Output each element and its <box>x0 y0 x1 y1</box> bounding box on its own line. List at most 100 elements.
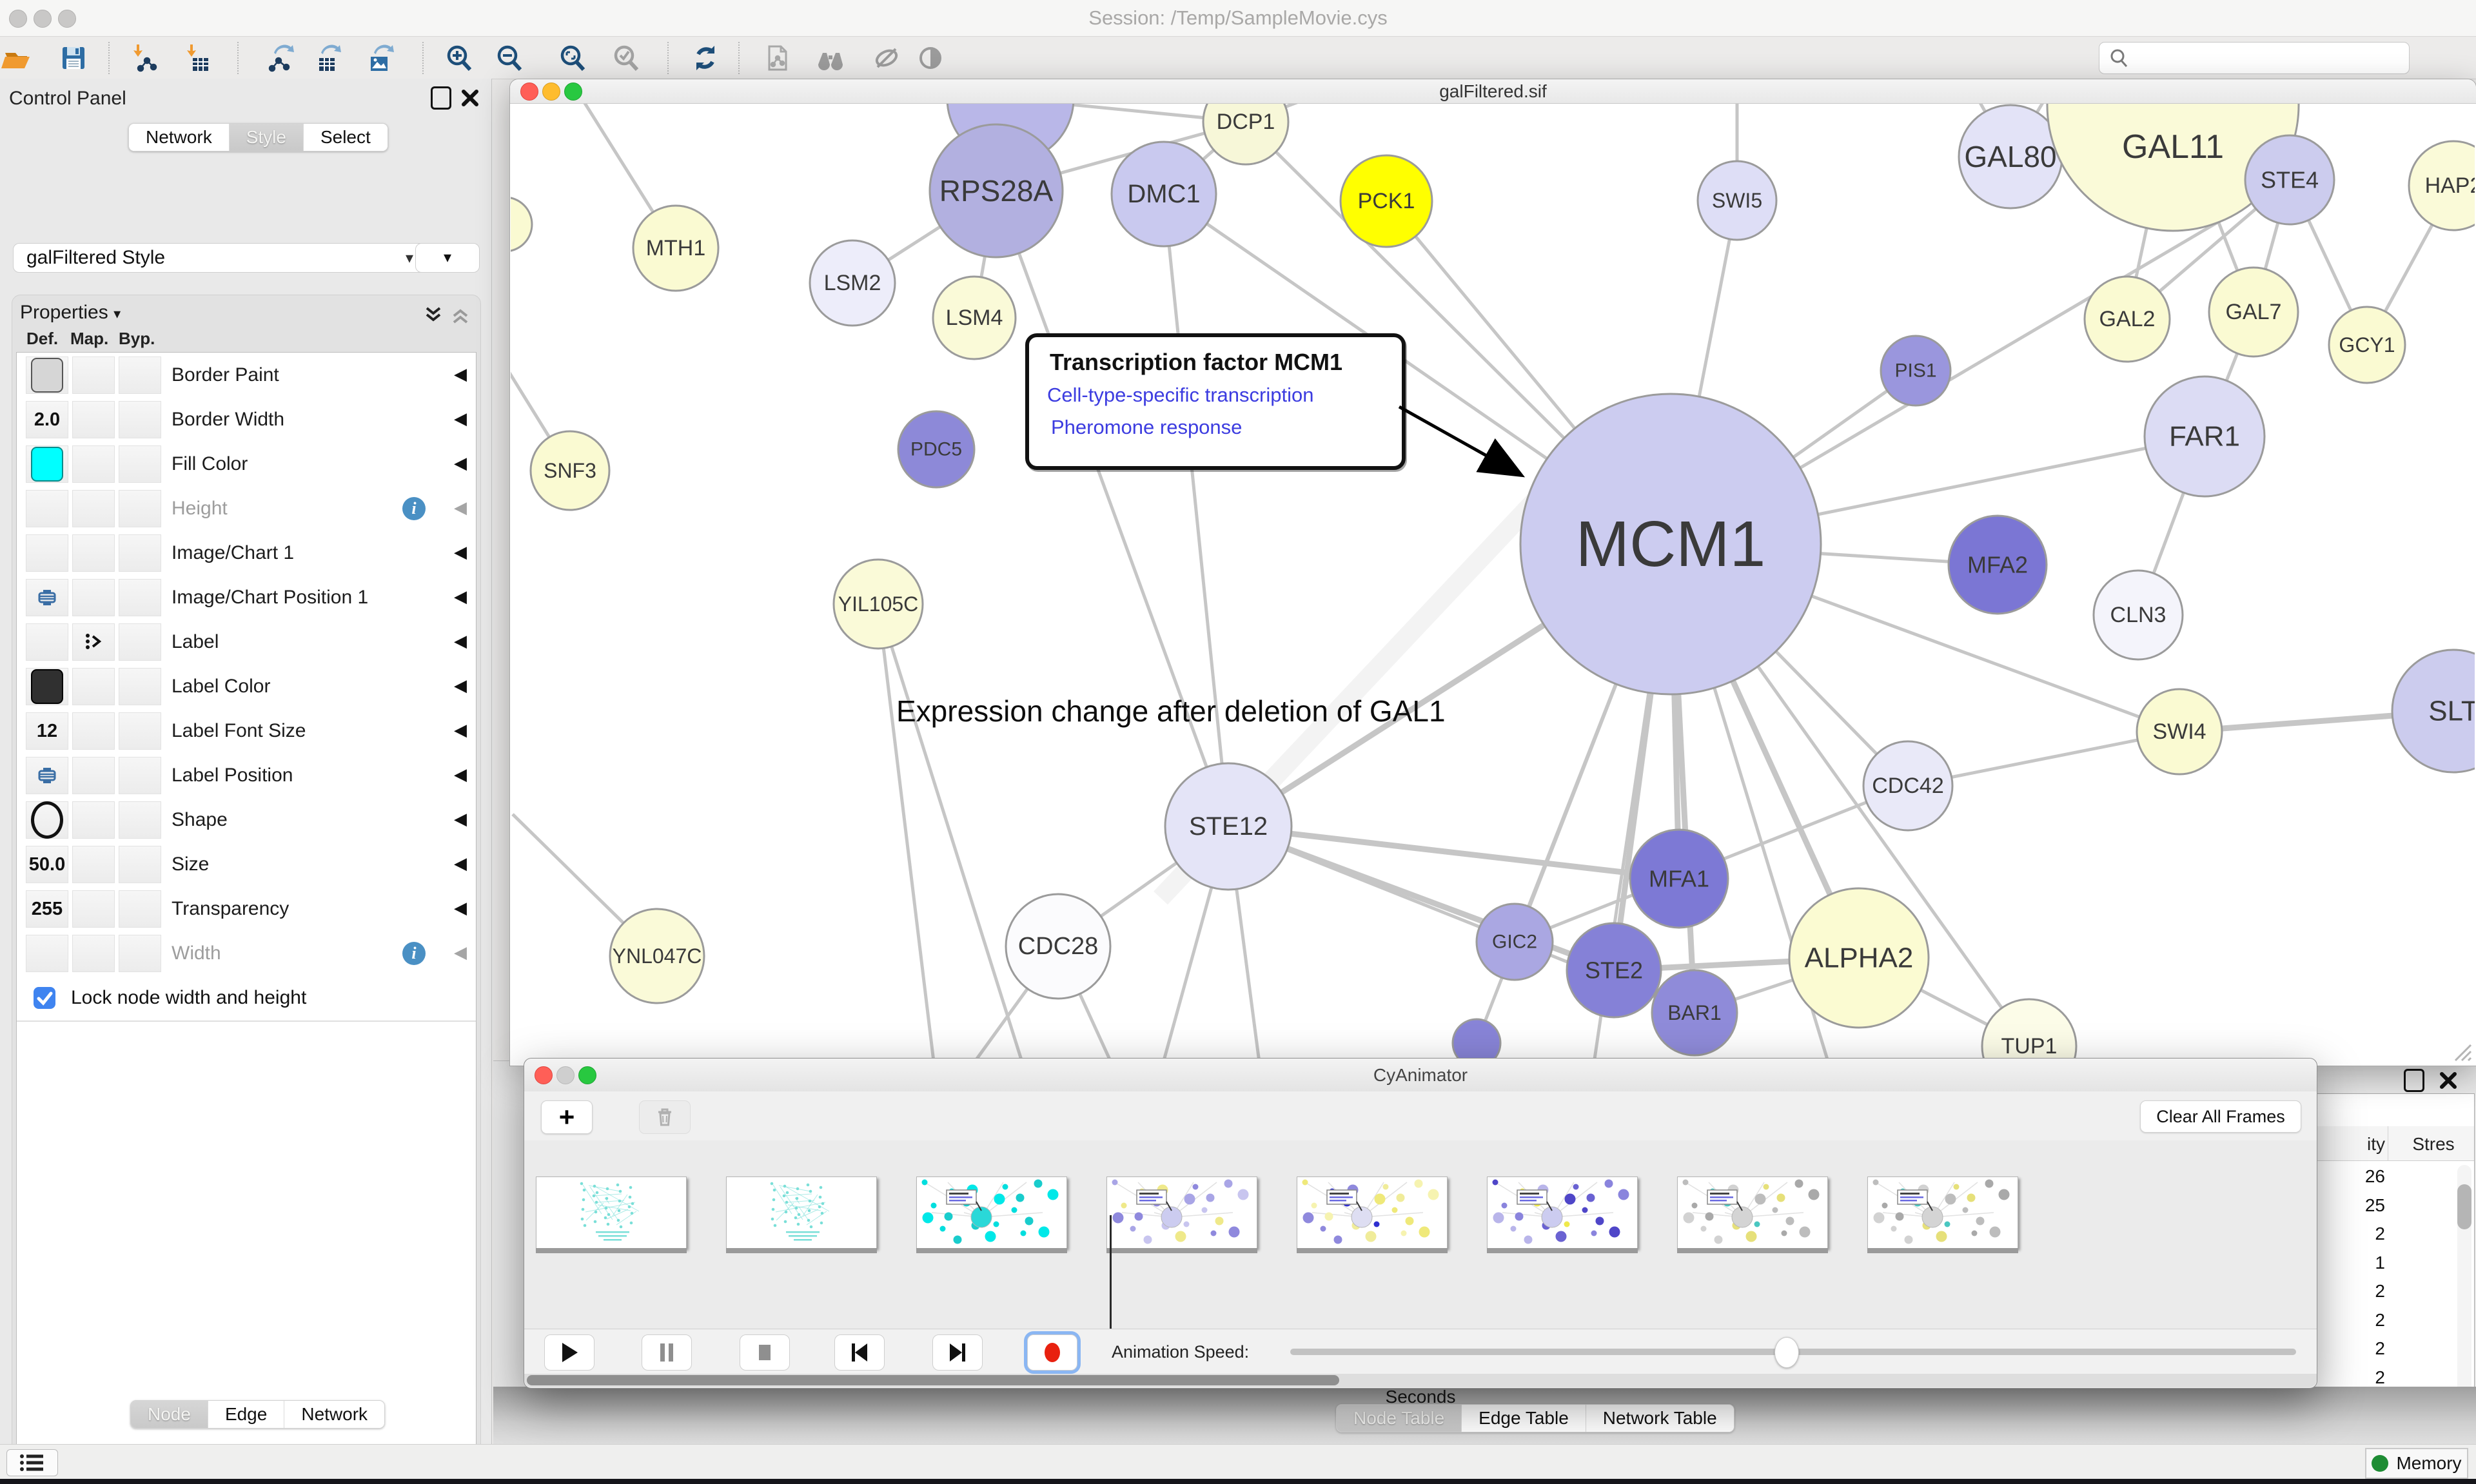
default-value-cell[interactable] <box>26 445 68 483</box>
cyanimator-timeline[interactable]: 0123456789 Seconds <box>524 1140 2317 1329</box>
expand-property-icon[interactable]: ◀ <box>454 797 467 842</box>
clear-all-frames-button[interactable]: Clear All Frames <box>2140 1100 2301 1133</box>
frame-thumbnail-4[interactable] <box>1297 1176 1448 1249</box>
export-table-icon[interactable] <box>306 41 348 75</box>
animation-speed-thumb[interactable] <box>1774 1337 1799 1368</box>
cyanimator-scroll-thumb[interactable] <box>527 1375 1339 1385</box>
property-row-label[interactable]: Label◀ <box>17 620 476 665</box>
save-icon[interactable] <box>52 41 95 75</box>
task-history-button[interactable] <box>6 1449 58 1476</box>
mapping-cell[interactable] <box>72 846 115 883</box>
bypass-cell[interactable] <box>119 401 161 438</box>
import-table-icon[interactable] <box>175 41 218 75</box>
property-row-label-color[interactable]: Label Color◀ <box>17 664 476 710</box>
table-cell-value[interactable]: 2 <box>2314 1310 2385 1331</box>
bypass-cell[interactable] <box>119 445 161 483</box>
expand-all-icon[interactable] <box>422 304 444 326</box>
bypass-cell[interactable] <box>119 890 161 928</box>
zoom-out-icon[interactable] <box>489 41 531 75</box>
timeline-playhead[interactable] <box>1110 1215 1112 1340</box>
property-row-transparency[interactable]: 255Transparency◀ <box>17 886 476 932</box>
table-cell-value[interactable]: 2 <box>2314 1224 2385 1244</box>
bypass-cell[interactable] <box>119 534 161 572</box>
mapping-cell[interactable] <box>72 668 115 705</box>
property-row-shape[interactable]: Shape◀ <box>17 797 476 843</box>
tab-node-table[interactable]: Node Table <box>1337 1405 1462 1432</box>
bypass-cell[interactable] <box>119 712 161 750</box>
export-image-icon[interactable] <box>359 41 401 75</box>
property-row-border-width[interactable]: 2.0Border Width◀ <box>17 397 476 443</box>
default-value-cell[interactable] <box>26 490 68 527</box>
mapping-cell[interactable] <box>72 490 115 527</box>
frame-thumbnail-7[interactable] <box>1867 1176 2018 1249</box>
table-cell-value[interactable]: 2 <box>2314 1338 2385 1359</box>
bypass-cell[interactable] <box>119 846 161 883</box>
mapping-cell[interactable] <box>72 445 115 483</box>
mapping-cell[interactable] <box>72 401 115 438</box>
lock-size-checkbox[interactable] <box>34 987 55 1009</box>
default-value-cell[interactable] <box>26 668 68 705</box>
expand-property-icon[interactable]: ◀ <box>454 531 467 575</box>
default-value-cell[interactable]: 12 <box>26 712 68 750</box>
table-cell-value[interactable]: 25 <box>2314 1195 2385 1216</box>
expand-property-icon[interactable]: ◀ <box>454 931 467 975</box>
expand-property-icon[interactable]: ◀ <box>454 842 467 886</box>
bypass-cell[interactable] <box>119 668 161 705</box>
open-icon[interactable] <box>0 41 37 75</box>
delete-frame-button[interactable] <box>639 1100 691 1134</box>
table-cell-value[interactable]: 2 <box>2314 1281 2385 1302</box>
tab-edge[interactable]: Edge <box>208 1401 284 1428</box>
memory-button[interactable]: Memory <box>2365 1448 2468 1479</box>
annotation-box[interactable]: Transcription factor MCM1 Cell-type-spec… <box>1025 333 1406 470</box>
expand-property-icon[interactable]: ◀ <box>454 753 467 797</box>
import-network-icon[interactable] <box>122 41 164 75</box>
tab-network-style[interactable]: Network <box>284 1401 384 1428</box>
default-value-cell[interactable]: 50.0 <box>26 846 68 883</box>
style-options-button[interactable]: ▾ <box>415 243 480 273</box>
cyanimator-scrollbar[interactable] <box>524 1374 2317 1387</box>
collapse-all-icon[interactable] <box>449 304 471 326</box>
expand-property-icon[interactable]: ◀ <box>454 486 467 531</box>
default-value-cell[interactable] <box>26 757 68 794</box>
network-node-sliver[interactable] <box>511 197 532 251</box>
default-value-cell[interactable] <box>26 623 68 661</box>
network-canvas[interactable]: DCP1RPS28ADMC1PCK1SWI5GAL80GAL11STE4HAP2… <box>511 104 2475 1065</box>
mapping-cell[interactable] <box>72 534 115 572</box>
mapping-cell[interactable] <box>72 623 115 661</box>
tab-edge-table[interactable]: Edge Table <box>1462 1405 1586 1432</box>
network-window-titlebar[interactable]: galFiltered.sif <box>510 79 2476 104</box>
property-row-label-font-size[interactable]: 12Label Font Size◀ <box>17 708 476 754</box>
property-row-fill-color[interactable]: Fill Color◀ <box>17 442 476 487</box>
expand-property-icon[interactable]: ◀ <box>454 575 467 620</box>
table-cell-value[interactable]: 26 <box>2314 1166 2385 1187</box>
mapping-cell[interactable] <box>72 757 115 794</box>
close-panel-icon[interactable] <box>460 86 480 108</box>
cyanimator-titlebar[interactable]: CyAnimator <box>524 1059 2317 1092</box>
frame-thumbnail-2[interactable] <box>916 1176 1067 1249</box>
frame-thumbnail-6[interactable] <box>1677 1176 1828 1249</box>
property-row-image-chart-1[interactable]: Image/Chart 1◀ <box>17 531 476 576</box>
default-value-cell[interactable] <box>26 935 68 972</box>
table-cell-value[interactable]: 1 <box>2314 1253 2385 1273</box>
frame-thumbnail-0[interactable] <box>536 1176 687 1249</box>
bypass-cell[interactable] <box>119 801 161 839</box>
resize-grip-icon[interactable] <box>2449 1039 2472 1062</box>
tab-style[interactable]: Style <box>230 124 304 151</box>
stop-button[interactable] <box>740 1334 790 1371</box>
bypass-cell[interactable] <box>119 490 161 527</box>
pause-button[interactable] <box>642 1334 692 1371</box>
default-value-cell[interactable]: 2.0 <box>26 401 68 438</box>
style-selector[interactable]: galFiltered Style ▾ <box>13 243 427 273</box>
expand-property-icon[interactable]: ◀ <box>454 353 467 397</box>
float-table-panel-icon[interactable] <box>2404 1069 2424 1092</box>
default-value-cell[interactable] <box>26 579 68 616</box>
default-value-cell[interactable] <box>26 356 68 394</box>
bypass-cell[interactable] <box>119 623 161 661</box>
expand-property-icon[interactable]: ◀ <box>454 708 467 753</box>
frame-thumbnail-3[interactable] <box>1106 1176 1257 1249</box>
expand-property-icon[interactable]: ◀ <box>454 620 467 664</box>
tab-node[interactable]: Node <box>131 1401 208 1428</box>
bypass-cell[interactable] <box>119 935 161 972</box>
frame-thumbnail-1[interactable] <box>726 1176 877 1249</box>
default-value-cell[interactable] <box>26 801 68 839</box>
